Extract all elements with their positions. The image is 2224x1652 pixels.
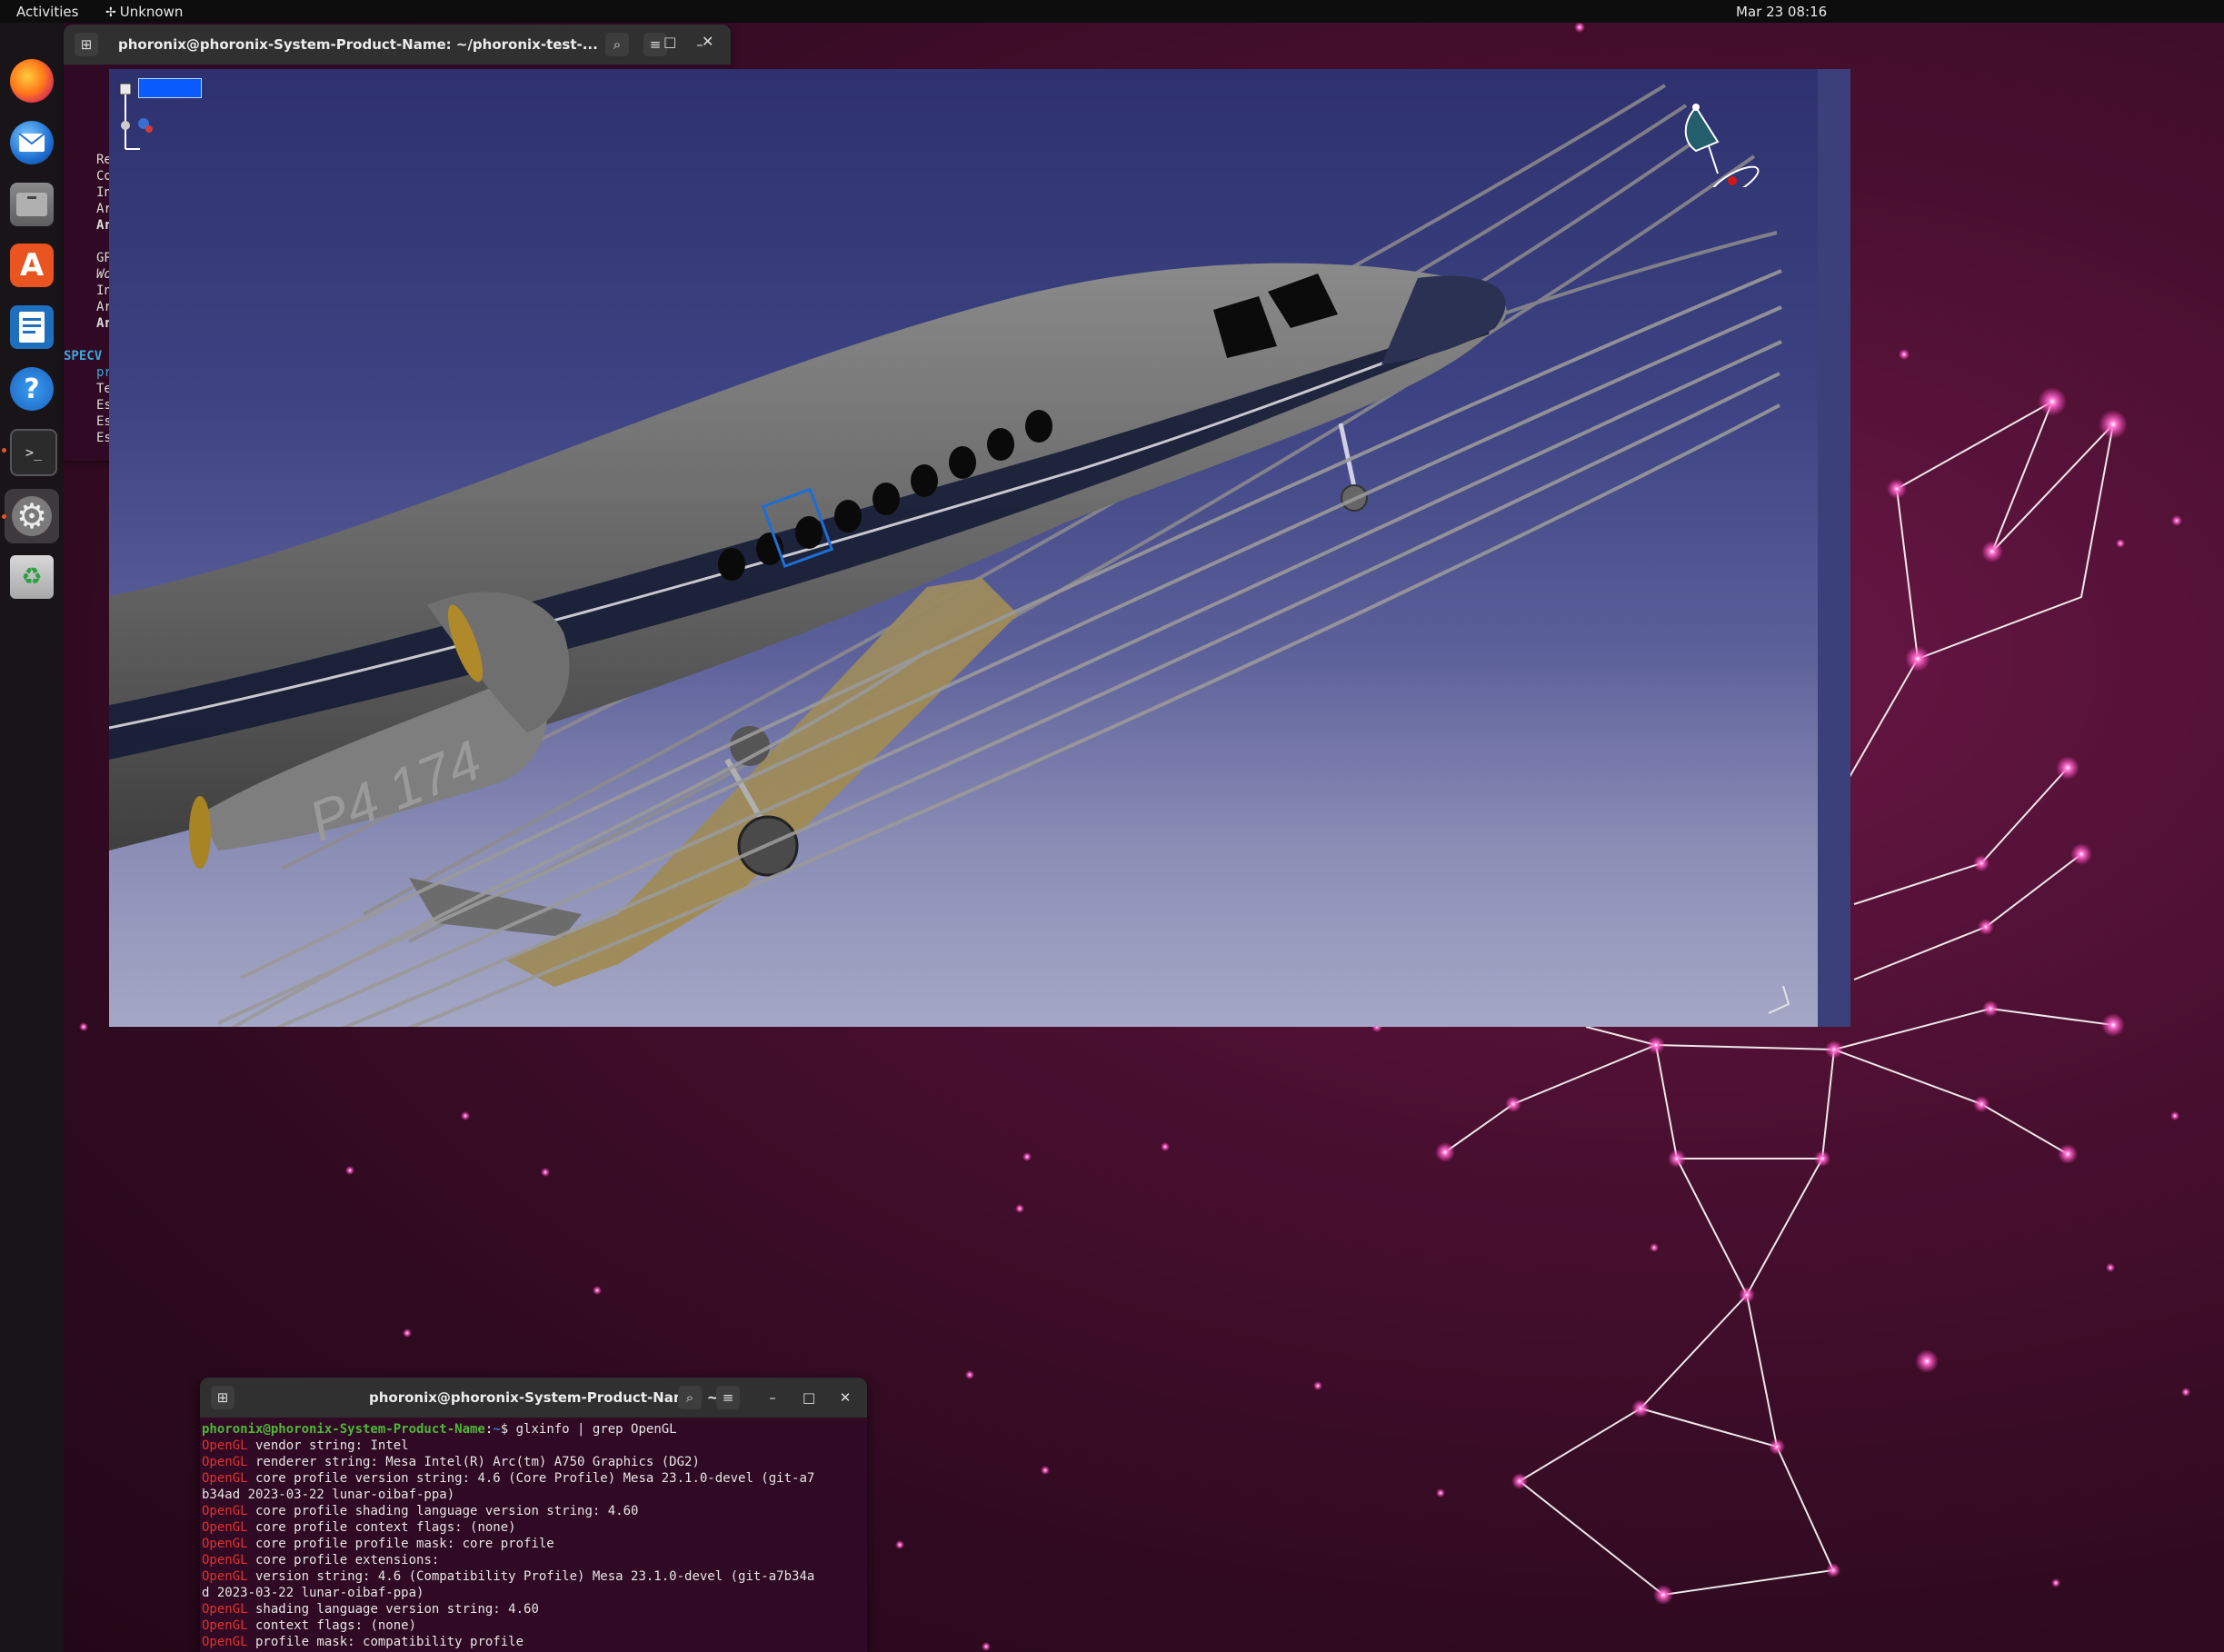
search-button[interactable]: ⌕ — [678, 1386, 702, 1409]
software-glyph: A — [19, 247, 45, 284]
output-line: OpenGL context flags: (none) — [202, 1618, 417, 1633]
output-line: OpenGL profile mask: compatibility profi… — [202, 1635, 524, 1649]
document-icon — [19, 312, 45, 343]
activities-button[interactable]: Activities — [16, 4, 78, 20]
output-line: OpenGL core profile profile mask: core p… — [202, 1537, 554, 1551]
recycle-glyph: ♻ — [21, 563, 43, 591]
software-icon[interactable]: A — [10, 244, 54, 287]
settings-icon[interactable]: ⚙ — [5, 489, 59, 543]
output-line: OpenGL core profile shading language ver… — [202, 1504, 639, 1518]
output-line: d 2023-03-22 lunar-oibaf-ppa) — [202, 1586, 424, 1600]
firefox-icon[interactable] — [10, 59, 54, 103]
dock: A ? >_ ⚙ ♻ — [0, 23, 64, 1652]
header-bar[interactable]: ⊞ phoronix@phoronix-System-Product-Name:… — [64, 25, 731, 65]
search-button[interactable]: ⌕ — [605, 33, 629, 56]
output-line: OpenGL vendor string: Intel — [202, 1438, 409, 1453]
folder-icon — [16, 193, 47, 216]
terminal-body[interactable]: phoronix@phoronix-System-Product-Name:~$… — [200, 1418, 867, 1652]
mail-icon[interactable] — [10, 121, 54, 164]
clock[interactable]: Mar 23 08:16 — [1736, 4, 1827, 20]
header-bar[interactable]: ⊞ phoronix@phoronix-System-Product-Name:… — [200, 1378, 867, 1418]
output-line: OpenGL renderer string: Mesa Intel(R) Ar… — [202, 1455, 700, 1469]
prompt-line: phoronix@phoronix-System-Product-Name:~$… — [202, 1421, 867, 1438]
prompt-symbol: $ — [500, 1422, 516, 1437]
cad-viewport[interactable]: P4 174 — [109, 69, 1850, 1027]
foreground-terminal-window[interactable]: ⊞ phoronix@phoronix-System-Product-Name:… — [200, 1378, 867, 1652]
terminal-glyph: >_ — [25, 444, 43, 461]
output-line: OpenGL core profile version string: 4.6 … — [202, 1471, 815, 1486]
prompt-user: phoronix@phoronix-System-Product-Name — [202, 1422, 485, 1437]
terminal-icon[interactable]: >_ — [10, 429, 57, 476]
app-menu[interactable]: ✢ Unknown — [105, 4, 183, 20]
minimize-button[interactable]: – — [762, 1387, 783, 1408]
prompt-path: ~ — [493, 1422, 501, 1437]
maximize-button[interactable]: □ — [663, 34, 676, 50]
envelope-icon — [18, 133, 45, 152]
app-spinner-icon: ✢ — [105, 5, 116, 20]
help-glyph: ? — [24, 373, 40, 405]
writer-icon[interactable] — [10, 305, 54, 349]
aircraft-render: P4 174 — [109, 84, 1782, 1027]
output-line: OpenGL core profile extensions: — [202, 1553, 440, 1567]
output-line: b34ad 2023-03-22 lunar-oibaf-ppa) — [202, 1488, 455, 1502]
trash-icon[interactable]: ♻ — [10, 555, 54, 599]
compass-icon[interactable] — [1663, 87, 1772, 187]
running-indicator — [2, 514, 6, 519]
axis-icon — [1768, 985, 1790, 1014]
new-tab-button[interactable]: ⊞ — [75, 33, 98, 56]
close-button[interactable]: ✕ — [702, 33, 713, 50]
running-indicator — [2, 448, 6, 453]
command-text: glxinfo | grep OpenGL — [515, 1422, 677, 1437]
viewport-edge — [1818, 69, 1850, 1027]
menu-button[interactable]: ≡ — [716, 1386, 740, 1409]
maximize-button[interactable]: □ — [798, 1387, 820, 1408]
help-icon[interactable]: ? — [10, 367, 54, 411]
window-title: phoronix@phoronix-System-Product-Name: ~ — [369, 1389, 719, 1406]
tree-selected-node[interactable] — [138, 78, 202, 98]
app-menu-label: Unknown — [119, 4, 184, 20]
output-line: OpenGL core profile context flags: (none… — [202, 1520, 516, 1535]
output-line: OpenGL shading language version string: … — [202, 1602, 539, 1617]
gear-glyph: ⚙ — [15, 496, 48, 536]
settings-gear-icon: ⚙ — [12, 496, 52, 536]
close-button[interactable]: ✕ — [834, 1387, 856, 1408]
output-line: OpenGL version string: 4.6 (Compatibilit… — [202, 1569, 815, 1584]
top-bar: Activities ✢ Unknown Mar 23 08:16 — [0, 0, 2224, 23]
window-title: phoronix@phoronix-System-Product-Name: ~… — [118, 36, 598, 53]
files-icon[interactable] — [10, 183, 54, 226]
new-tab-button[interactable]: ⊞ — [211, 1386, 234, 1409]
terminal-fragment: SPECV — [64, 349, 103, 363]
